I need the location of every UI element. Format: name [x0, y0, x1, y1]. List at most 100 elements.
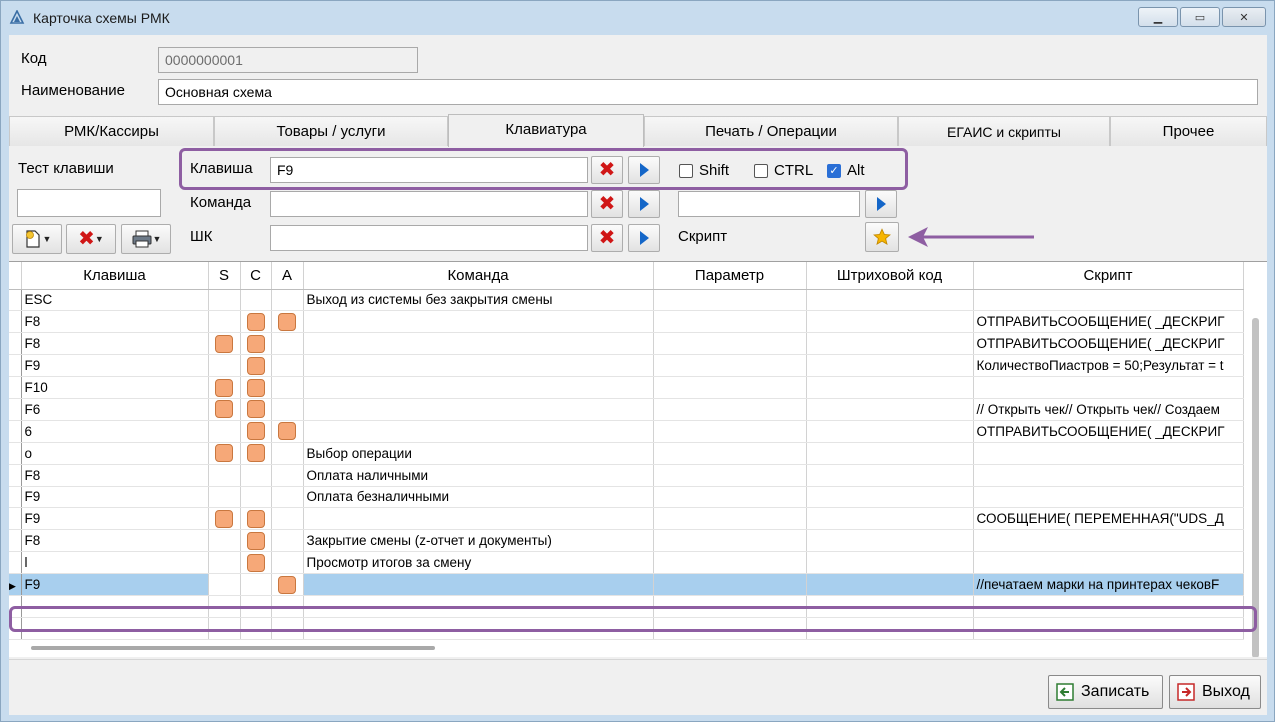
key-field[interactable] — [270, 157, 588, 183]
cell-alt[interactable] — [271, 354, 304, 378]
table-row[interactable]: F8 Оплата наличными — [9, 464, 1244, 487]
cell-shift[interactable] — [208, 486, 241, 509]
cell-alt[interactable] — [271, 529, 304, 553]
cell-key[interactable]: 6 — [21, 420, 209, 443]
cell-command[interactable]: Выход из системы без закрытия смены — [303, 289, 654, 312]
cell-parameter[interactable] — [653, 507, 807, 531]
cell-key[interactable]: o — [21, 442, 209, 465]
cell-parameter[interactable] — [653, 310, 807, 334]
cell-script[interactable]: ОТПРАВИТЬСООБЩЕНИЕ( _ДЕСКРИГ — [973, 420, 1244, 443]
cell-barcode[interactable] — [806, 617, 974, 640]
cell-shift[interactable] — [208, 617, 241, 640]
cell-barcode[interactable] — [806, 529, 974, 553]
column-header-parameter[interactable]: Параметр — [653, 262, 807, 290]
cell-barcode[interactable] — [806, 310, 974, 334]
cell-shift[interactable] — [208, 442, 241, 465]
cell-alt[interactable] — [271, 595, 304, 618]
cell-ctrl[interactable] — [240, 398, 272, 421]
cell-script[interactable]: //печатаем марки на принтерах чековF — [973, 573, 1244, 596]
cell-parameter[interactable] — [653, 529, 807, 553]
alt-checkbox[interactable]: ✓ Alt — [827, 162, 865, 179]
cell-alt[interactable] — [271, 573, 304, 596]
cell-ctrl[interactable] — [240, 376, 272, 399]
barcode-select-button[interactable] — [628, 224, 660, 252]
cell-script[interactable] — [973, 486, 1244, 509]
cell-parameter[interactable] — [653, 464, 807, 487]
table-row[interactable]: F9 Оплата безналичными — [9, 486, 1244, 509]
print-button[interactable]: ▼ — [121, 224, 171, 254]
cell-barcode[interactable] — [806, 442, 974, 465]
cell-barcode[interactable] — [806, 289, 974, 312]
cell-script[interactable] — [973, 464, 1244, 487]
script-button[interactable] — [865, 222, 899, 252]
save-button[interactable]: Записать — [1048, 675, 1163, 709]
table-row[interactable]: l Просмотр итогов за смену — [9, 551, 1244, 575]
cell-parameter[interactable] — [653, 442, 807, 465]
cell-key[interactable]: F9 — [21, 507, 209, 531]
cell-parameter[interactable] — [653, 551, 807, 575]
table-row[interactable]: ▶ F9 //печатаем марки на принтерах чековF — [9, 573, 1244, 596]
cell-parameter[interactable] — [653, 420, 807, 443]
cell-key[interactable]: F8 — [21, 332, 209, 356]
cell-command[interactable] — [303, 595, 654, 618]
tab-goods-services[interactable]: Товары / услуги — [214, 116, 448, 146]
table-row[interactable]: F6 // Открыть чек// Открыть чек// Создаем — [9, 398, 1244, 421]
cell-shift[interactable] — [208, 507, 241, 531]
command-field[interactable] — [270, 191, 588, 217]
add-button[interactable]: ▼ — [12, 224, 62, 254]
cell-alt[interactable] — [271, 289, 304, 312]
cell-shift[interactable] — [208, 551, 241, 575]
cell-command[interactable]: Оплата наличными — [303, 464, 654, 487]
cell-alt[interactable] — [271, 310, 304, 334]
table-row[interactable]: F9 СООБЩЕНИЕ( ПЕРЕМЕННАЯ("UDS_Д — [9, 507, 1244, 531]
cell-script[interactable]: ОТПРАВИТЬСООБЩЕНИЕ( _ДЕСКРИГ — [973, 310, 1244, 334]
cell-ctrl[interactable] — [240, 442, 272, 465]
cell-script[interactable] — [973, 617, 1244, 640]
cell-ctrl[interactable] — [240, 310, 272, 334]
cell-barcode[interactable] — [806, 464, 974, 487]
cell-alt[interactable] — [271, 617, 304, 640]
cell-script[interactable] — [973, 376, 1244, 399]
cell-alt[interactable] — [271, 486, 304, 509]
cell-key[interactable]: F9 — [21, 354, 209, 378]
cell-key[interactable]: l — [21, 551, 209, 575]
table-row[interactable]: F8 Закрытие смены (z-отчет и документы) — [9, 529, 1244, 553]
table-row[interactable]: F9 КоличествоПиастров = 50;Результат = t — [9, 354, 1244, 378]
cell-parameter[interactable] — [653, 289, 807, 312]
cell-script[interactable] — [973, 551, 1244, 575]
cell-command[interactable] — [303, 398, 654, 421]
cell-command[interactable] — [303, 507, 654, 531]
maximize-button[interactable]: ▭ — [1180, 7, 1220, 27]
cell-alt[interactable] — [271, 551, 304, 575]
cell-barcode[interactable] — [806, 354, 974, 378]
table-row[interactable]: F10 — [9, 376, 1244, 399]
cell-ctrl[interactable] — [240, 464, 272, 487]
cell-script[interactable]: КоличествоПиастров = 50;Результат = t — [973, 354, 1244, 378]
cell-alt[interactable] — [271, 332, 304, 356]
cell-command[interactable] — [303, 617, 654, 640]
shift-checkbox[interactable]: Shift — [679, 162, 729, 179]
cell-barcode[interactable] — [806, 376, 974, 399]
cell-alt[interactable] — [271, 442, 304, 465]
column-header-a[interactable]: A — [271, 262, 304, 290]
cell-parameter[interactable] — [653, 486, 807, 509]
cell-command[interactable]: Просмотр итогов за смену — [303, 551, 654, 575]
cell-command[interactable] — [303, 354, 654, 378]
cell-barcode[interactable] — [806, 507, 974, 531]
tab-print-operations[interactable]: Печать / Операции — [644, 116, 898, 146]
key-clear-button[interactable]: ✖ — [591, 156, 623, 184]
cell-ctrl[interactable] — [240, 551, 272, 575]
cell-ctrl[interactable] — [240, 289, 272, 312]
cell-barcode[interactable] — [806, 332, 974, 356]
command-clear-button[interactable]: ✖ — [591, 190, 623, 218]
cell-shift[interactable] — [208, 595, 241, 618]
cell-alt[interactable] — [271, 507, 304, 531]
cell-alt[interactable] — [271, 464, 304, 487]
cell-command[interactable]: Выбор операции — [303, 442, 654, 465]
cell-key[interactable]: F9 — [21, 486, 209, 509]
minimize-button[interactable]: ▁ — [1138, 7, 1178, 27]
cell-shift[interactable] — [208, 573, 241, 596]
cell-parameter[interactable] — [653, 398, 807, 421]
cell-script[interactable] — [973, 595, 1244, 618]
cell-key[interactable]: F8 — [21, 529, 209, 553]
